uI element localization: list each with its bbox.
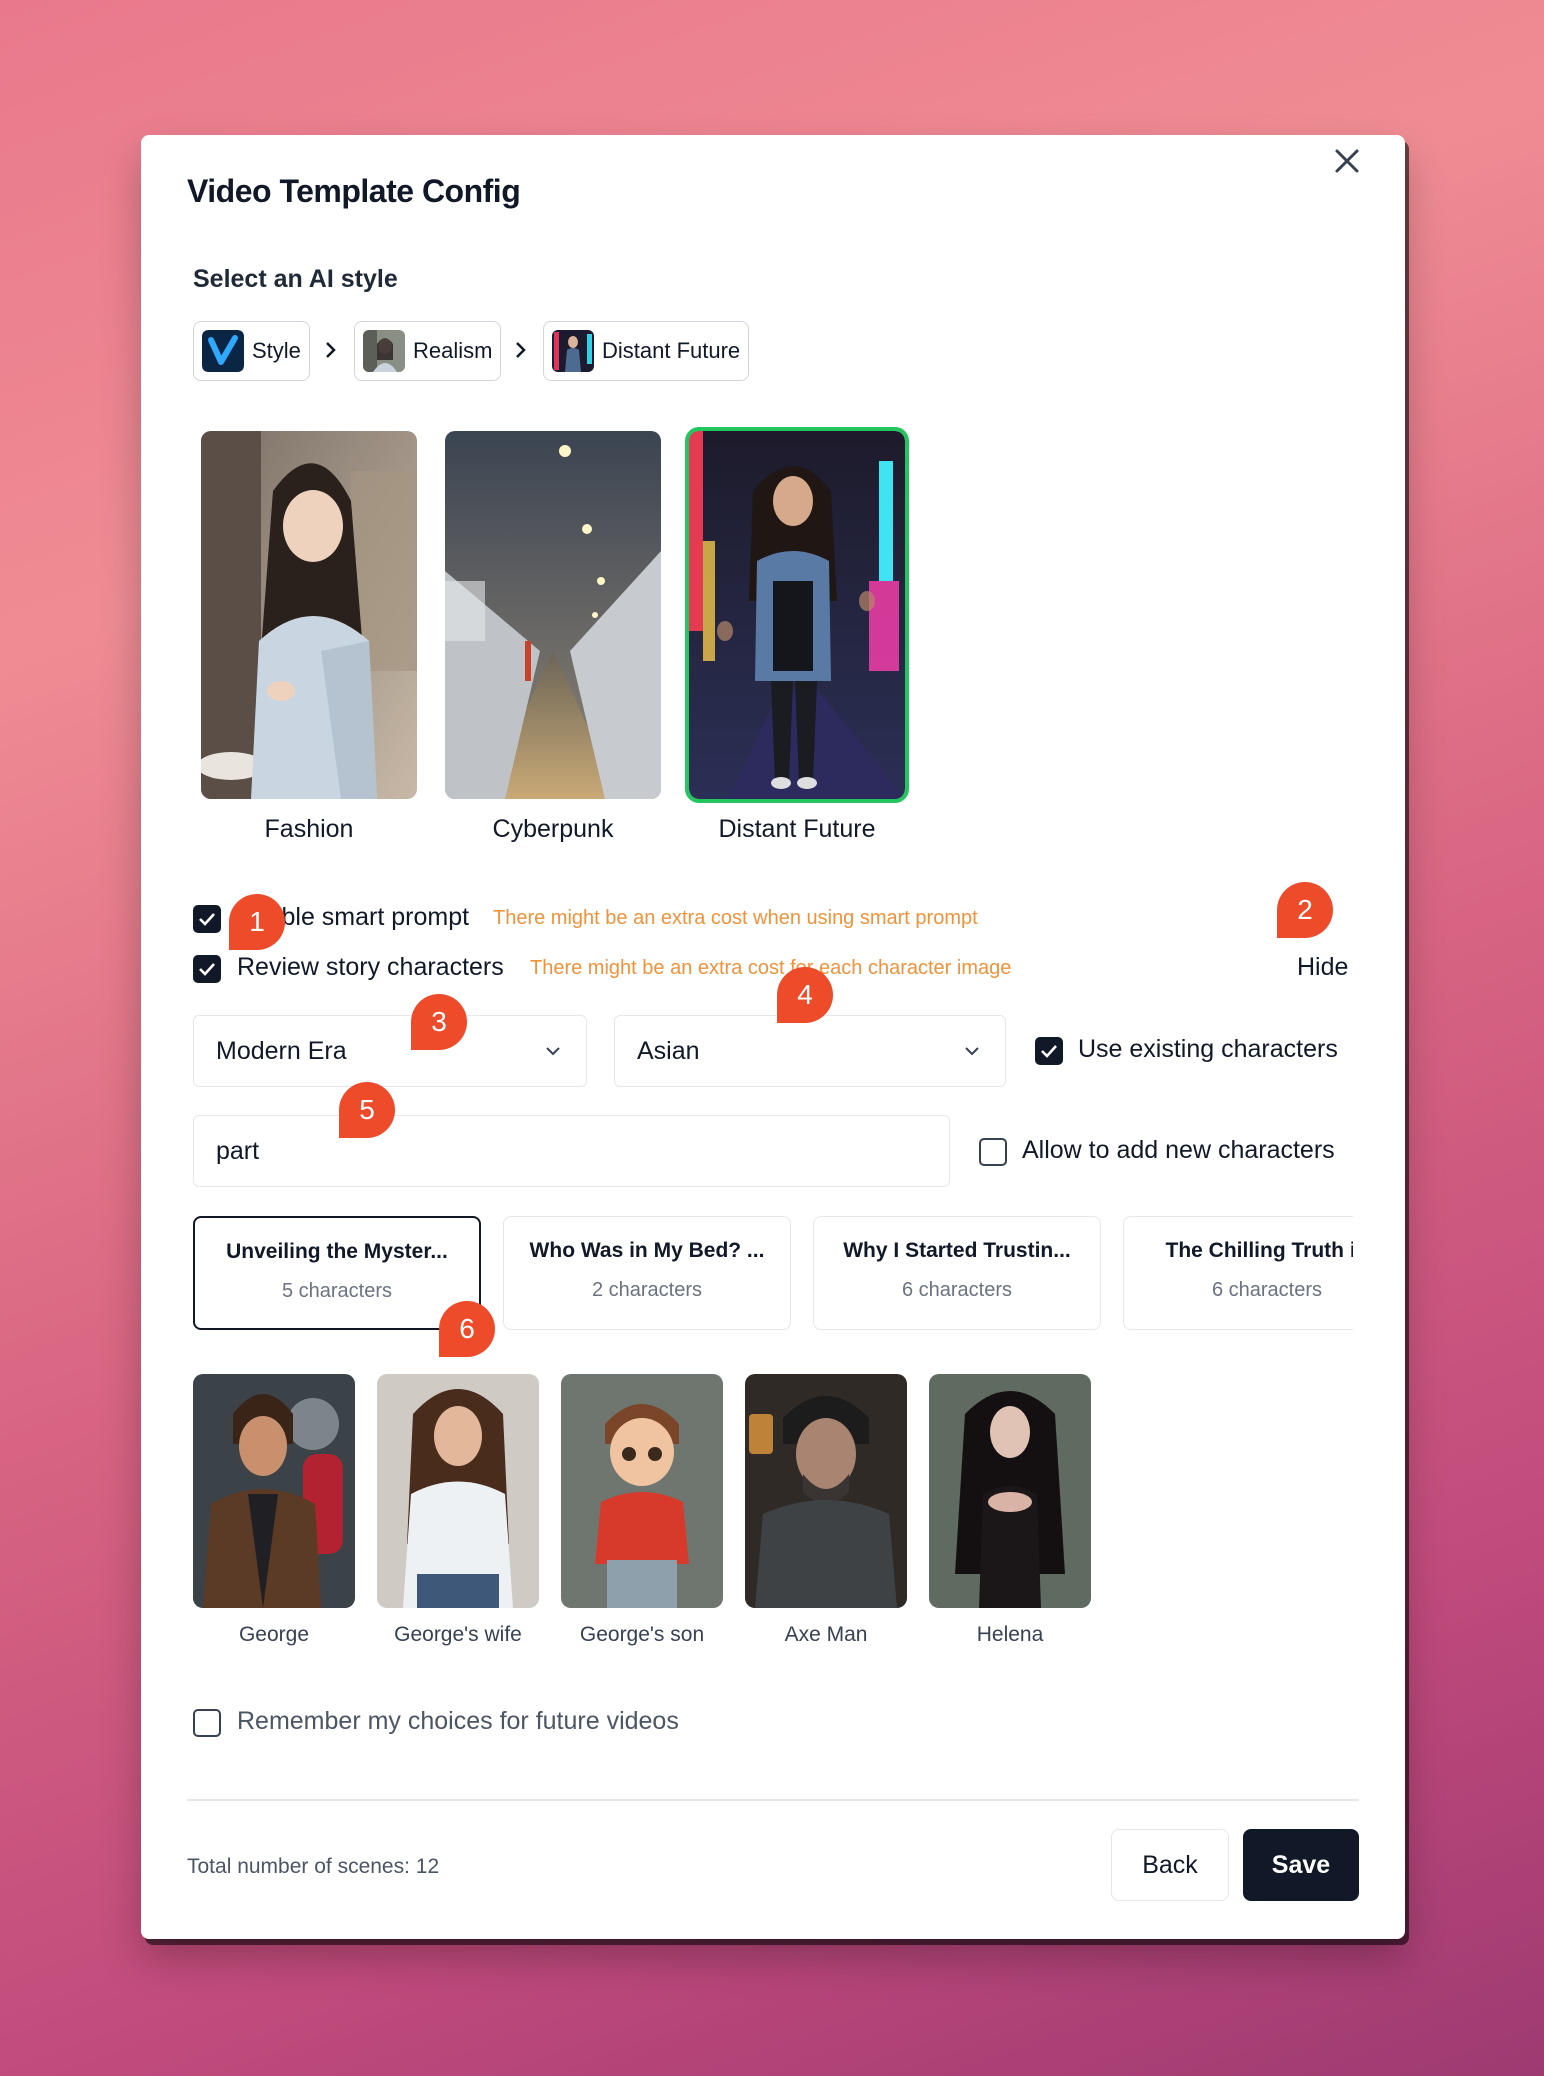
use-existing-checkbox[interactable]	[1035, 1037, 1063, 1065]
character-helena[interactable]	[929, 1374, 1091, 1608]
character-axe-man[interactable]	[745, 1374, 907, 1608]
character-name: Helena	[976, 1623, 1044, 1646]
footer-divider	[187, 1799, 1359, 1801]
realism-thumbnail	[363, 330, 405, 372]
dialog-title: Video Template Config	[187, 173, 521, 209]
story-card[interactable]: Why I Started Trustin... 6 characters	[813, 1216, 1101, 1330]
annotation-badge-5: 5	[339, 1082, 395, 1138]
allow-new-checkbox[interactable]	[979, 1138, 1007, 1166]
review-characters-checkbox[interactable]	[193, 955, 221, 983]
story-list: Unveiling the Myster... 5 characters Who…	[193, 1216, 1353, 1334]
character-georges-son[interactable]	[561, 1374, 723, 1608]
style-option-fashion[interactable]	[201, 431, 417, 799]
annotation-badge-2: 2	[1277, 882, 1333, 938]
distant-future-image	[689, 431, 905, 799]
character-name: George's wife	[394, 1623, 522, 1646]
story-character-count: 6 characters	[901, 1279, 1013, 1301]
use-existing-label: Use existing characters	[1078, 1035, 1338, 1063]
story-card[interactable]: The Chilling Truth in 6 characters	[1123, 1216, 1353, 1330]
story-character-count: 5 characters	[281, 1280, 393, 1302]
annotation-badge-4: 4	[777, 967, 833, 1023]
back-button[interactable]: Back	[1111, 1829, 1229, 1901]
ethnicity-select-value: Asian	[637, 1036, 700, 1065]
remember-checkbox[interactable]	[193, 1709, 221, 1737]
story-character-count: 2 characters	[591, 1279, 703, 1301]
chevron-down-icon	[546, 1047, 560, 1056]
story-title: The Chilling Truth in	[1165, 1239, 1354, 1262]
character-image	[745, 1374, 907, 1608]
character-georges-wife[interactable]	[377, 1374, 539, 1608]
character-image	[193, 1374, 355, 1608]
annotation-badge-6: 6	[439, 1301, 495, 1357]
background-frame: Video Template Config Select an AI style…	[0, 0, 1544, 2076]
chevron-right-icon	[509, 335, 533, 365]
chevron-right-icon	[319, 335, 343, 365]
review-characters-label: Review story characters	[237, 953, 504, 981]
style-option-distant-future[interactable]	[685, 427, 909, 803]
video-template-config-dialog: Video Template Config Select an AI style…	[141, 135, 1405, 1939]
allow-new-label: Allow to add new characters	[1022, 1136, 1335, 1164]
breadcrumb-label: Realism	[413, 338, 493, 363]
annotation-badge-1: 1	[229, 894, 285, 950]
breadcrumb-style[interactable]: Style	[193, 321, 310, 381]
breadcrumb-distant-future[interactable]: Distant Future	[543, 321, 750, 381]
annotation-badge-3: 3	[411, 994, 467, 1050]
style-label-fashion: Fashion	[264, 815, 354, 843]
story-search-value: part	[216, 1136, 260, 1165]
story-title: Why I Started Trustin...	[843, 1239, 1071, 1262]
smart-prompt-warning: There might be an extra cost when using …	[493, 907, 978, 929]
style-option-cyberpunk[interactable]	[445, 431, 661, 799]
character-name: George's son	[579, 1623, 705, 1646]
breadcrumb-realism[interactable]: Realism	[354, 321, 502, 381]
character-name: Axe Man	[784, 1623, 868, 1646]
era-select-value: Modern Era	[216, 1036, 347, 1065]
story-card[interactable]: Unveiling the Myster... 5 characters	[193, 1216, 481, 1330]
character-image	[929, 1374, 1091, 1608]
style-section-label: Select an AI style	[193, 265, 398, 293]
chevron-down-icon	[965, 1047, 979, 1056]
close-icon[interactable]	[1327, 141, 1367, 181]
breadcrumb-label: Distant Future	[602, 338, 741, 363]
story-card[interactable]: Who Was in My Bed? ... 2 characters	[503, 1216, 791, 1330]
save-button[interactable]: Save	[1243, 1829, 1359, 1901]
breadcrumb-label: Style	[252, 338, 301, 363]
total-scenes: Total number of scenes: 12	[187, 1855, 440, 1878]
smart-prompt-checkbox[interactable]	[193, 905, 221, 933]
style-logo-icon	[202, 330, 244, 372]
character-image	[561, 1374, 723, 1608]
style-label-distant-future: Distant Future	[718, 815, 876, 843]
ethnicity-select[interactable]: Asian	[614, 1015, 1006, 1087]
style-label-cyberpunk: Cyberpunk	[492, 815, 614, 843]
hide-link[interactable]: Hide	[1297, 953, 1348, 982]
review-characters-warning: There might be an extra cost for each ch…	[530, 957, 1012, 979]
distant-future-thumbnail	[552, 330, 594, 372]
cyberpunk-image	[445, 431, 661, 799]
story-search-input[interactable]: part	[193, 1115, 950, 1187]
remember-label: Remember my choices for future videos	[237, 1707, 679, 1735]
story-title: Unveiling the Myster...	[226, 1240, 448, 1263]
fashion-image	[201, 431, 417, 799]
character-george[interactable]	[193, 1374, 355, 1608]
character-name: George	[238, 1623, 310, 1646]
character-image	[377, 1374, 539, 1608]
story-character-count: 6 characters	[1211, 1279, 1323, 1301]
era-select[interactable]: Modern Era	[193, 1015, 587, 1087]
story-title: Who Was in My Bed? ...	[529, 1239, 765, 1262]
